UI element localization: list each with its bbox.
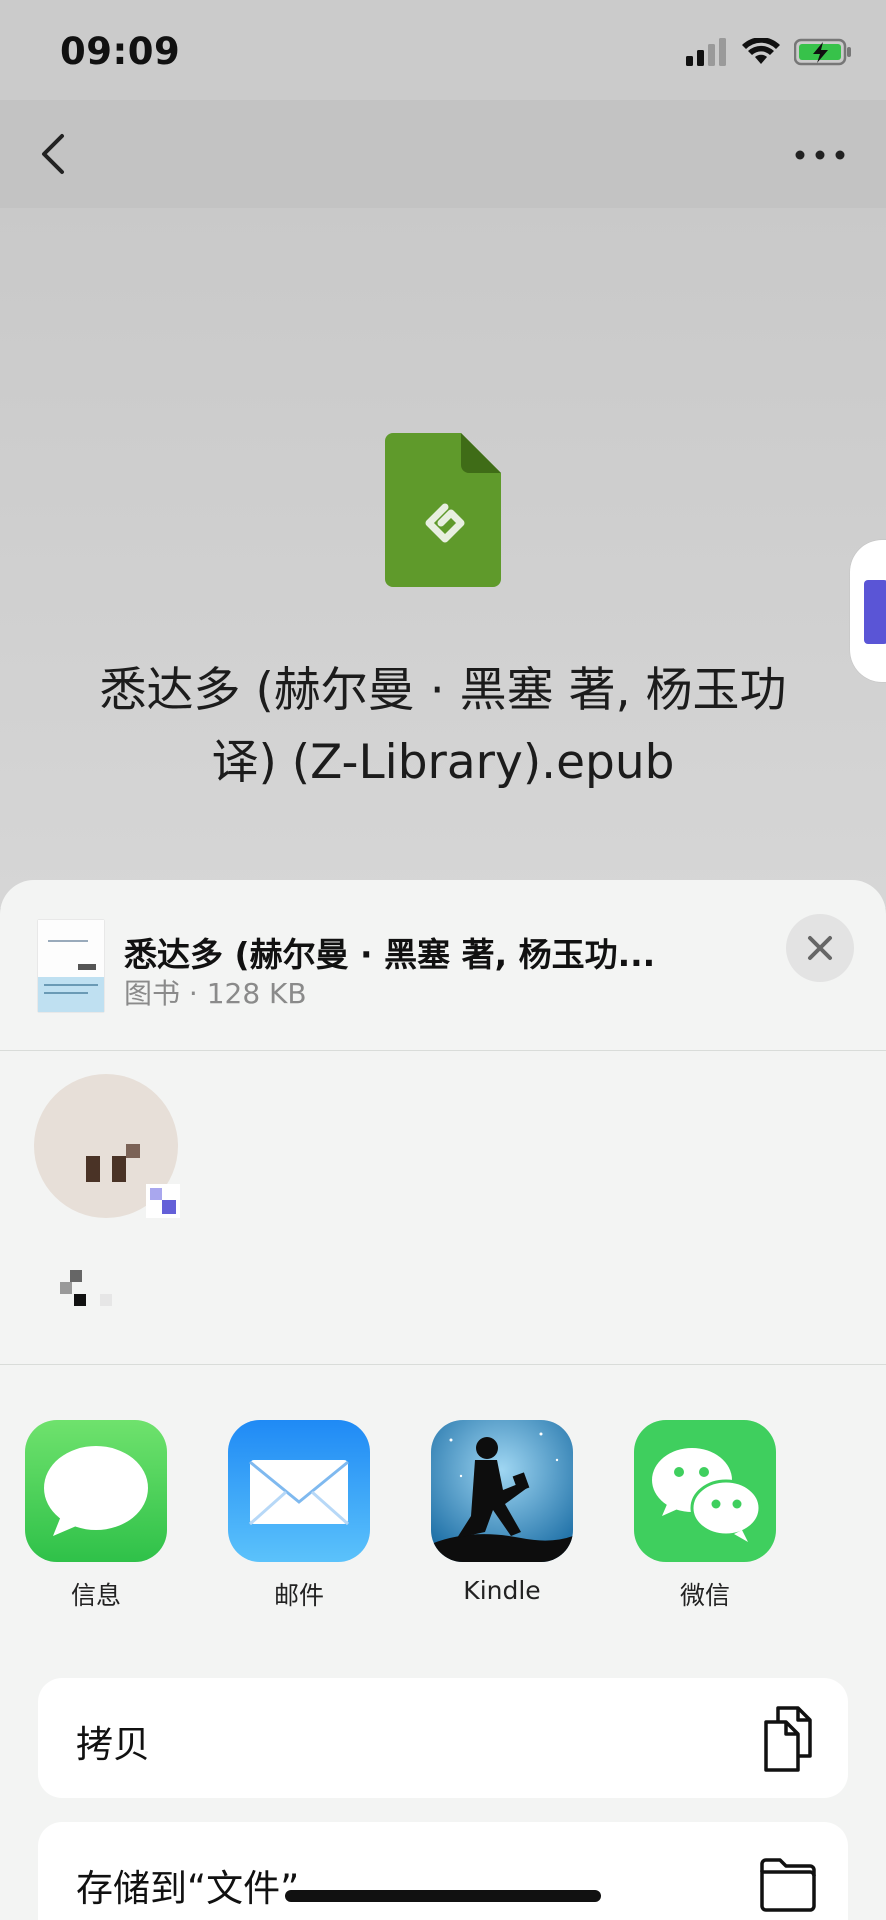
folder-icon <box>760 1858 816 1912</box>
share-app-wechat[interactable]: 微信 <box>634 1420 776 1612</box>
save-to-files-action[interactable]: 存储到“文件” <box>38 1822 848 1920</box>
share-app-mail[interactable]: 邮件 <box>228 1420 370 1612</box>
status-icons <box>686 38 852 66</box>
action-label: 存储到“文件” <box>76 1867 300 1910</box>
share-sheet-header: 悉达多 (赫尔曼 · 黑塞 著, 杨玉功... 图书 · 128 KB <box>0 880 886 1050</box>
close-button[interactable] <box>786 914 854 982</box>
share-app-kindle[interactable]: Kindle <box>431 1420 573 1605</box>
back-chevron-icon[interactable] <box>32 128 72 180</box>
copy-icon <box>764 1706 812 1772</box>
messages-icon <box>25 1420 167 1562</box>
epub-file-icon <box>385 433 501 587</box>
book-cover-thumbnail <box>38 920 104 1012</box>
kindle-icon <box>431 1420 573 1562</box>
app-label: 信息 <box>70 1581 121 1610</box>
status-bar: 09:09 <box>0 0 886 110</box>
share-app-messages[interactable]: 信息 <box>25 1420 167 1612</box>
partial-app-icon <box>864 580 886 644</box>
file-name-title: 悉达多 (赫尔曼 · 黑塞 著, 杨玉功 译) (Z-Library).epub <box>99 663 787 790</box>
cellular-signal-icon <box>686 38 726 66</box>
more-icon[interactable] <box>794 140 846 170</box>
home-indicator <box>285 1890 601 1902</box>
contact-name-obscured <box>60 1270 112 1306</box>
share-file-meta: 图书 · 128 KB <box>124 977 307 1010</box>
mail-icon <box>228 1420 370 1562</box>
divider <box>0 1050 886 1051</box>
copy-action[interactable]: 拷贝 <box>38 1678 848 1798</box>
app-label: Kindle <box>463 1576 541 1605</box>
close-icon <box>808 936 832 960</box>
wifi-icon <box>742 38 780 64</box>
battery-charging-icon <box>794 38 851 66</box>
app-label: 微信 <box>679 1581 730 1610</box>
app-label: 邮件 <box>273 1581 324 1610</box>
contact-avatar[interactable] <box>34 1074 184 1224</box>
contact-suggestions-row <box>0 1052 886 1306</box>
wechat-icon <box>634 1420 776 1562</box>
action-label: 拷贝 <box>76 1723 150 1766</box>
divider <box>0 1364 886 1365</box>
status-time: 09:09 <box>60 30 181 73</box>
share-file-title: 悉达多 (赫尔曼 · 黑塞 著, 杨玉功... <box>124 935 656 974</box>
share-app-partial[interactable] <box>850 540 886 682</box>
nav-bar <box>0 100 886 208</box>
